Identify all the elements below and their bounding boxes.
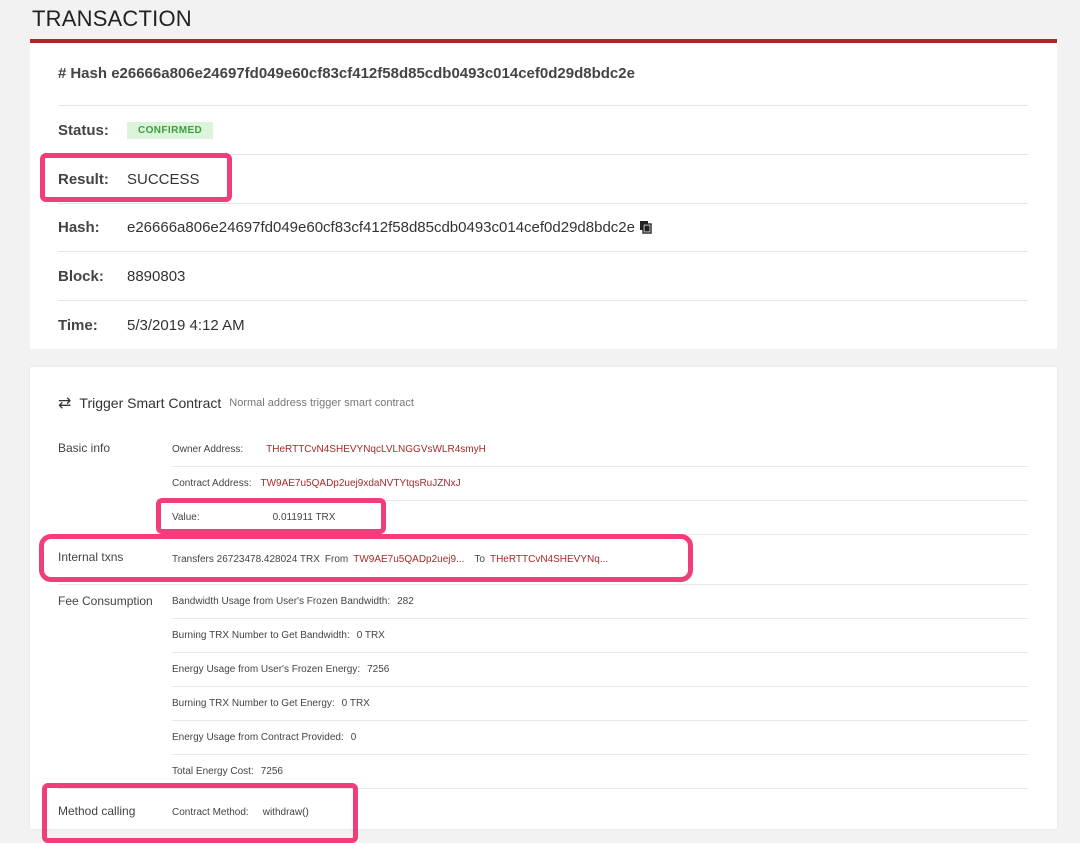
fee-row: Energy Usage from User's Frozen Energy: … [172,653,1028,686]
hash-row: Hash: e26666a806e24697fd049e60cf83cf412f… [58,203,1028,251]
owner-address-row: Owner Address: THeRTTCvN4SHEVYNqcLVLNGGV… [172,433,1028,466]
status-row: Status: CONFIRMED [58,106,1028,154]
block-link[interactable]: 8890803 [127,268,185,285]
fee-row-value: 0 TRX [356,630,385,641]
block-row: Block: 8890803 [58,252,1028,300]
status-label: Status: [58,121,109,139]
result-highlight-box [40,153,232,202]
contract-subtitle: Normal address trigger smart contract [229,397,414,409]
fee-row-value: 7256 [367,664,390,675]
fee-row-label: Energy Usage from Contract Provided: [172,732,344,743]
time-row: Time: 5/3/2019 4:12 AM [58,301,1028,349]
owner-address-label: Owner Address: [172,444,244,455]
contract-address-label: Contract Address: [172,478,252,489]
status-badge: CONFIRMED [127,121,214,139]
hash-heading: # Hash e26666a806e24697fd049e60cf83cf412f… [58,65,635,82]
time-label: Time: [58,316,98,334]
internal-txns-highlight-box [39,534,693,582]
block-label: Block: [58,267,104,285]
fee-consumption-label: Fee Consumption [58,594,153,608]
fee-row-label: Energy Usage from User's Frozen Energy: [172,664,361,675]
page-title: TRANSACTION [32,6,192,31]
hash-heading-text: Hash e26666a806e24697fd049e60cf83cf412f5… [70,65,635,82]
hash-icon: # [58,65,67,82]
fee-row: Burning TRX Number to Get Energy: 0 TRX [172,687,1028,720]
hash-label: Hash: [58,218,100,236]
fee-row-value: 0 TRX [341,698,370,709]
fee-row-label: Burning TRX Number to Get Energy: [172,698,335,709]
fee-row-label: Bandwidth Usage from User's Frozen Bandw… [172,596,391,607]
time-value: 5/3/2019 4:12 AM [127,316,245,334]
contract-address-link[interactable]: TW9AE7u5QADp2uej9xdaNVTYtqsRuJZNxJ [260,478,460,489]
contract-title: Trigger Smart Contract [79,395,222,411]
fee-row-value: 0 [350,732,357,743]
swap-arrows-icon: ⇄ [58,395,72,412]
fee-row: Bandwidth Usage from User's Frozen Bandw… [172,585,1028,618]
fee-row: Energy Usage from Contract Provided: 0 [172,721,1028,754]
fee-row-value: 7256 [260,766,283,777]
fee-row-value: 282 [397,596,414,607]
method-calling-highlight-box [42,783,358,843]
value-highlight-box [156,498,386,534]
fee-row-label: Total Energy Cost: [172,766,254,777]
contract-heading: ⇄ Trigger Smart Contract Normal address … [58,393,414,413]
contract-card: ⇄ Trigger Smart Contract Normal address … [30,367,1057,829]
fee-row: Burning TRX Number to Get Bandwidth: 0 T… [172,619,1028,652]
hash-value: e26666a806e24697fd049e60cf83cf412f58d85c… [127,218,635,236]
owner-address-link[interactable]: THeRTTCvN4SHEVYNqcLVLNGGVsWLR4smyH [266,444,486,455]
fee-row-label: Burning TRX Number to Get Bandwidth: [172,630,350,641]
basic-info-label: Basic info [58,441,111,455]
copy-icon[interactable] [639,220,653,234]
contract-address-row: Contract Address: TW9AE7u5QADp2uej9xdaNV… [172,467,1028,500]
